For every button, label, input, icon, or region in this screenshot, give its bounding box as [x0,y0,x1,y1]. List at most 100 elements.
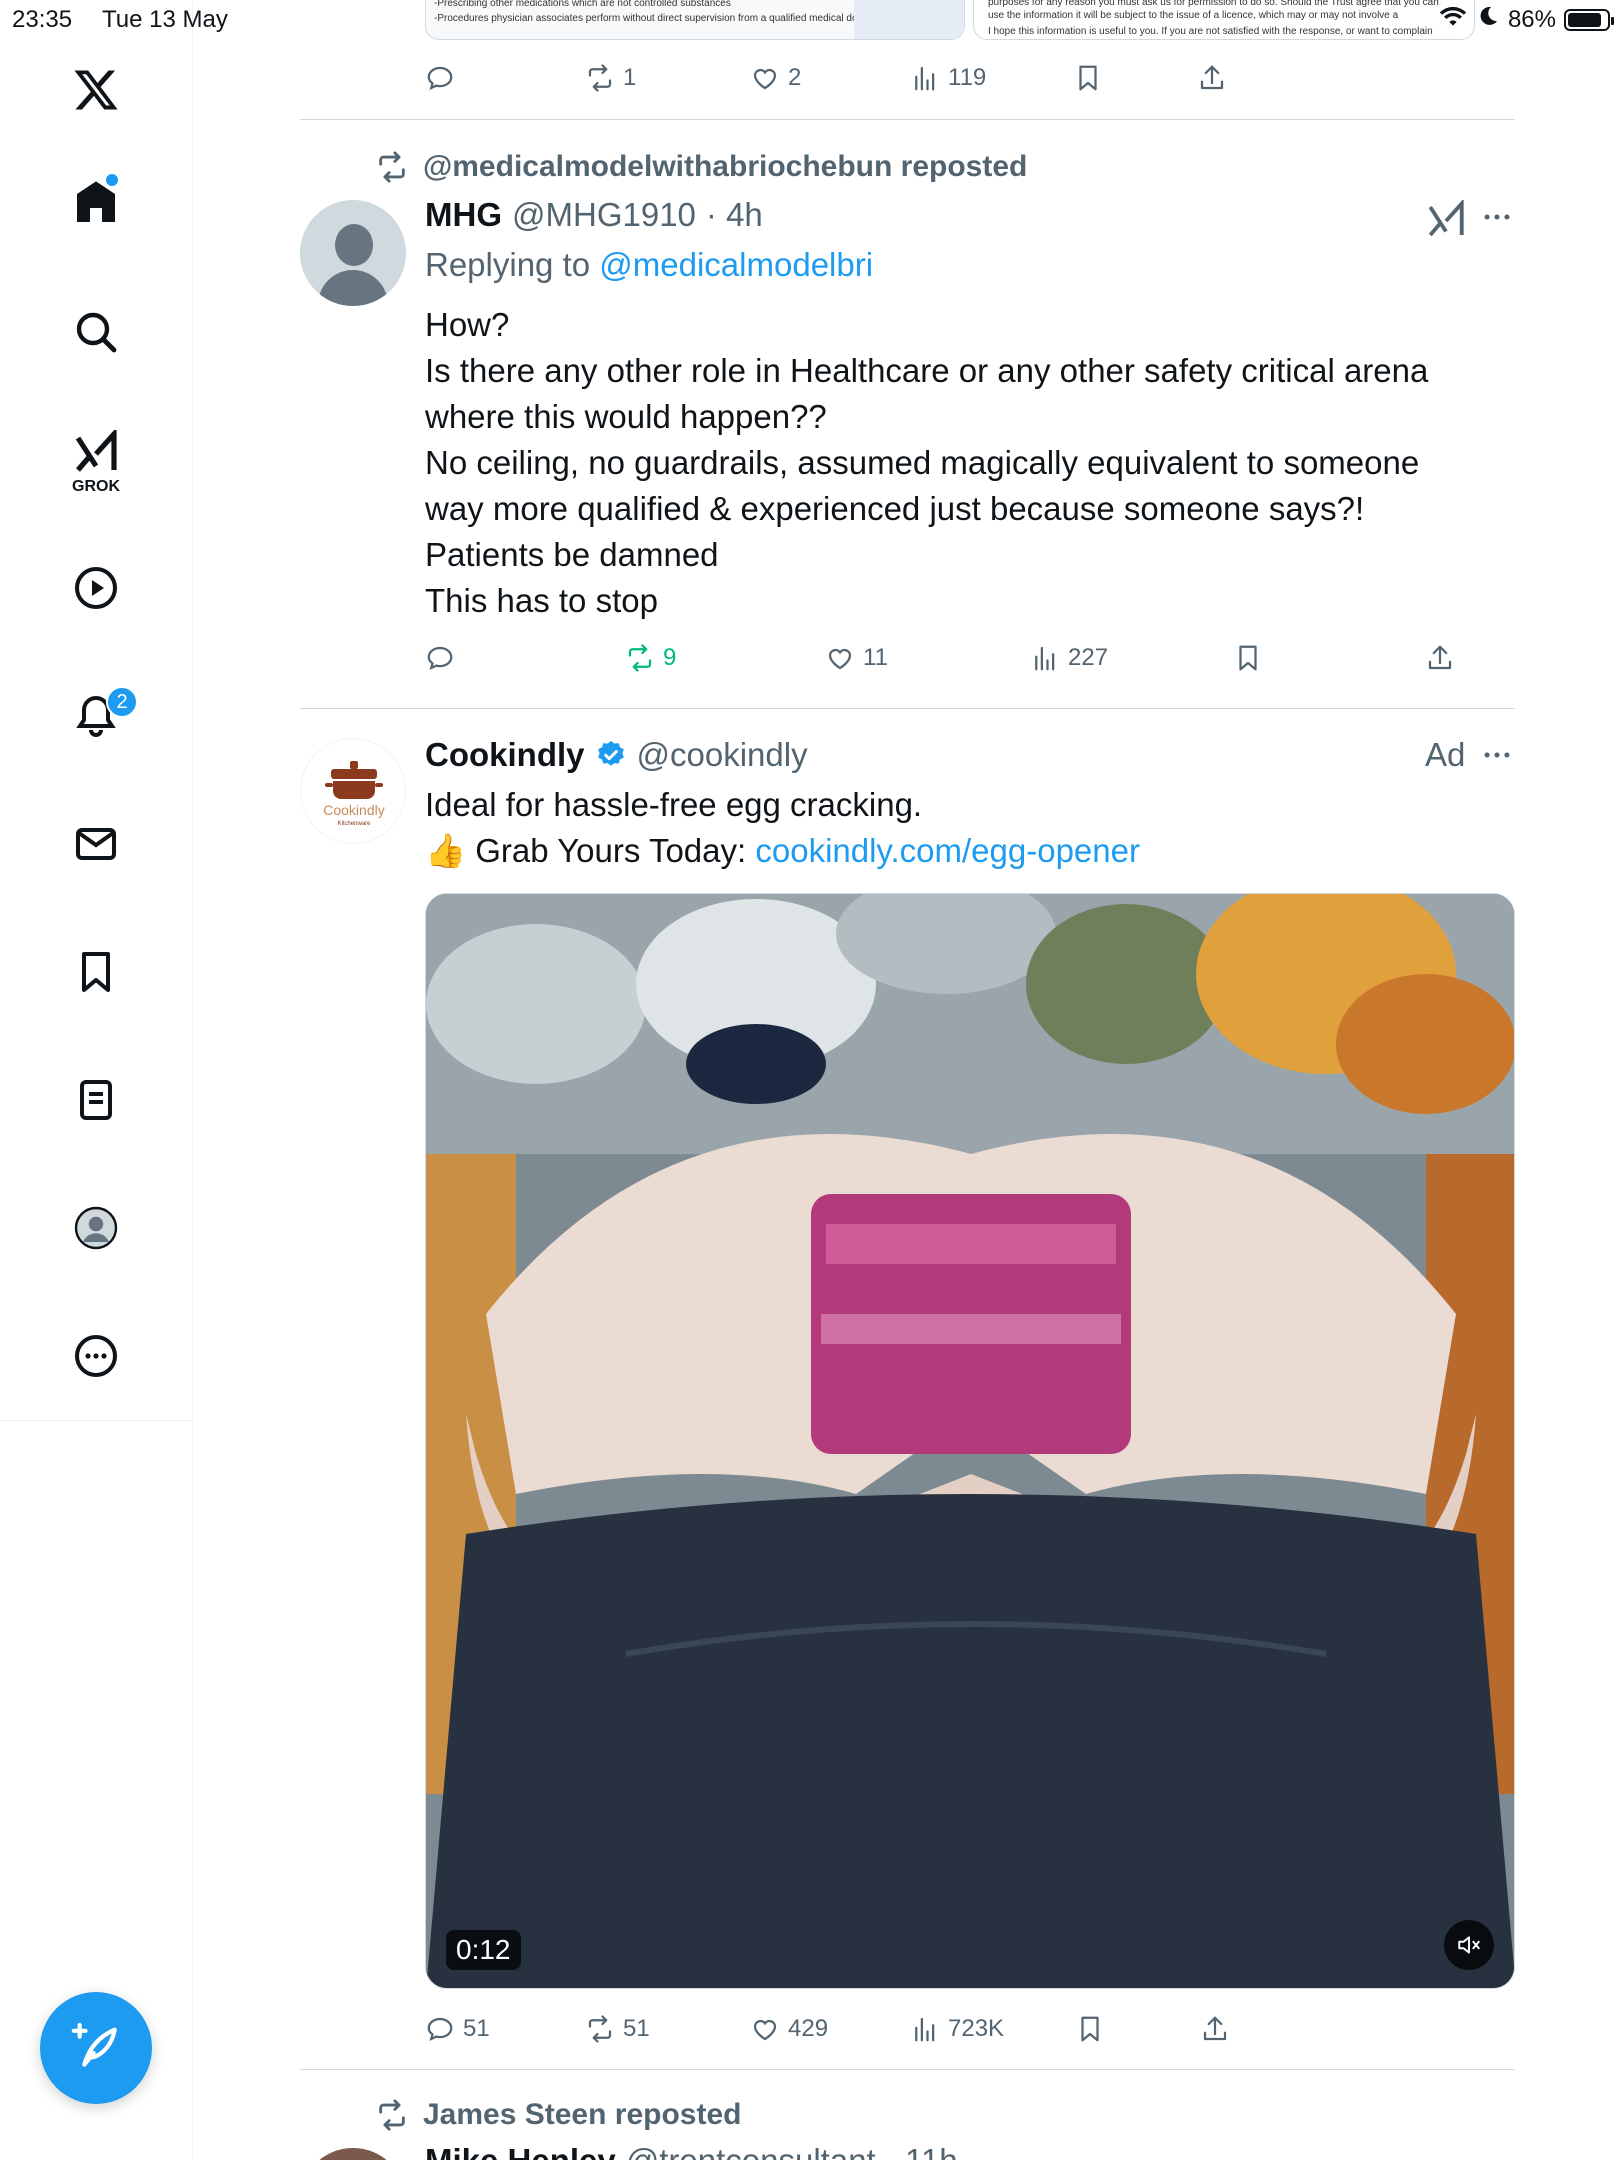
avatar[interactable] [300,200,406,306]
moon-icon [1476,4,1500,35]
repost-count: 9 [663,644,677,671]
repost-button[interactable]: 9 [625,638,676,678]
mute-button[interactable] [1444,1920,1494,1970]
video-icon[interactable] [60,552,132,624]
tweet-line: where this would happen?? [425,398,827,435]
compose-button[interactable] [40,1992,152,2104]
post-divider [300,119,1515,120]
ad-video[interactable]: 0:12 [425,893,1515,1989]
heart-icon [828,648,852,670]
reply-button[interactable] [425,58,455,98]
grok-explain-icon[interactable] [1425,198,1467,242]
tweet-actions: 9 11 227 [425,638,1515,678]
views-button[interactable]: 723K [910,2009,1004,2049]
like-button[interactable]: 11 [825,638,888,678]
views-button[interactable]: 227 [1030,638,1108,678]
reply-count: 51 [463,2015,490,2042]
reply-icon [427,2017,453,2042]
battery-fill [1568,12,1601,27]
notifications-badge: 2 [106,686,138,718]
share-button[interactable] [1197,58,1227,98]
tweet-line: way more qualified & experienced just be… [425,490,1365,527]
bookmark-button[interactable] [1233,638,1263,678]
replying-to-handle[interactable]: @medicalmodelbri [599,246,873,283]
tweet-line: Patients be damned [425,536,719,573]
advertiser-logo[interactable]: Cookindly Kitchenware [300,738,406,844]
like-button[interactable]: 2 [750,58,801,98]
views-button[interactable]: 119 [910,58,986,98]
user-handle[interactable]: @cookindly [637,736,808,774]
logo-subtext: Kitchenware [337,821,371,827]
tweet-line: 👍 Grab Yours Today: cookindly.com/egg-op… [425,828,1495,874]
tweet-line: How? [425,306,510,343]
bookmark-button[interactable] [1075,2009,1105,2049]
tweet-header: MHG @MHG1910 · 4h [425,196,763,234]
share-button[interactable] [1425,638,1455,678]
bookmark-icon [1081,2016,1099,2042]
reply-button[interactable]: 51 [425,2009,490,2049]
replying-to-label: Replying to [425,246,591,283]
reply-icon [427,646,453,671]
user-handle[interactable]: @MHG1910 [512,196,696,234]
profile-icon[interactable] [60,1192,132,1264]
messages-icon[interactable] [60,808,132,880]
repost-count: 51 [623,2015,650,2042]
sidebar-divider [0,1420,193,1421]
heart-icon [753,68,777,90]
video-duration: 0:12 [446,1930,521,1970]
replying-to: Replying to @medicalmodelbri [425,246,873,284]
like-count: 11 [863,644,888,671]
views-icon [1035,646,1055,671]
home-icon[interactable] [60,166,132,238]
repost-button[interactable]: 51 [585,2009,650,2049]
repost-icon [379,2099,405,2131]
views-icon [915,66,935,91]
more-icon[interactable] [60,1320,132,1392]
lists-icon[interactable] [60,1064,132,1136]
search-icon[interactable] [60,296,132,368]
previous-post-actions: 1 2 119 [425,58,1515,98]
views-icon [915,2017,935,2042]
repost-icon [588,2015,612,2043]
bookmark-icon [1239,645,1257,671]
avatar[interactable] [300,2148,406,2160]
bookmark-icon [1079,65,1097,91]
repost-button[interactable]: 1 [585,58,636,98]
repost-context[interactable]: James Steen reposted [375,2098,741,2132]
user-handle[interactable]: @trentconsultant · 11h [626,2142,958,2160]
views-count: 227 [1068,644,1109,671]
post-divider [300,708,1515,709]
x-logo-icon[interactable] [60,54,132,126]
repost-context-text: @medicalmodelwithabriochebun reposted [423,150,1028,183]
more-options-icon[interactable] [1480,738,1514,772]
display-name[interactable]: Cookindly [425,736,585,774]
bookmarks-icon[interactable] [60,936,132,1008]
timeline: -Prescribing other medications which are… [300,0,1515,2160]
status-bar: 23:35 Tue 13 May 86% [0,0,1620,38]
display-name[interactable]: MHG [425,196,502,234]
video-frame [426,894,1514,1988]
post-time[interactable]: · 4h [706,196,763,234]
display-name[interactable]: Mike Henley [425,2142,616,2160]
battery-percent: 86% [1507,5,1556,33]
speaker-muted-icon [1458,1936,1480,1954]
repost-context[interactable]: @medicalmodelwithabriochebun reposted [375,150,1027,184]
tweet-text: Ideal for hassle-free egg cracking. 👍 Gr… [425,782,1495,874]
tweet-text: How? Is there any other role in Healthca… [425,302,1495,624]
tweet-header: Mike Henley @trentconsultant · 11h [425,2142,958,2160]
tweet-line: This has to stop [425,582,658,619]
like-count: 2 [788,64,802,91]
share-button[interactable] [1200,2009,1230,2049]
tweet-actions: 51 51 429 723K [425,2009,1515,2049]
cooking-pot-icon: Cookindly Kitchenware [323,761,385,827]
more-options-icon[interactable] [1480,200,1514,234]
tweet-line: Ideal for hassle-free egg cracking. [425,786,923,823]
ad-link[interactable]: cookindly.com/egg-opener [755,832,1140,869]
like-button[interactable]: 429 [750,2009,828,2049]
bookmark-button[interactable] [1073,58,1103,98]
repost-icon [379,151,405,183]
tweet-header: Cookindly @cookindly [425,736,808,774]
heart-icon [753,2019,777,2041]
reply-button[interactable] [425,638,455,678]
post-divider [300,2069,1515,2070]
